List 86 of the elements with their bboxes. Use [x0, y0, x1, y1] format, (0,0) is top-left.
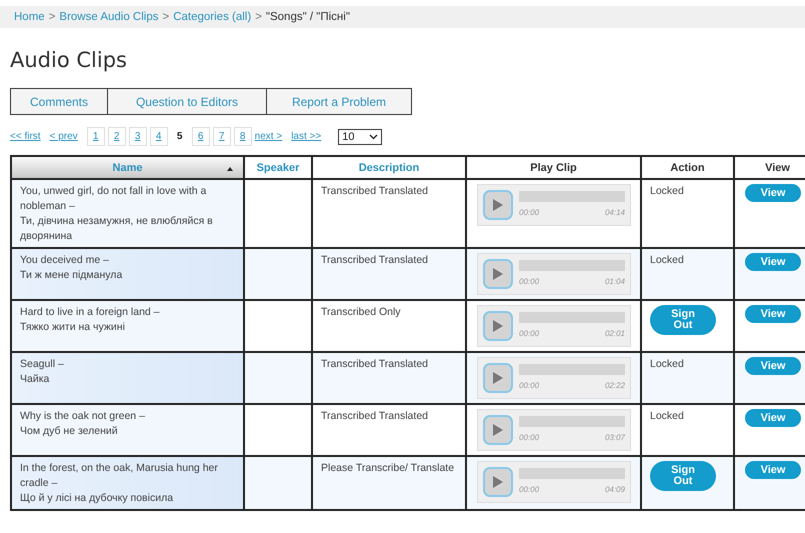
column-header: View	[734, 156, 805, 179]
view-button[interactable]: View	[745, 461, 801, 479]
sort-ascending-icon	[227, 167, 233, 171]
clip-name: Seagull – Чайка	[20, 357, 65, 387]
view-button[interactable]: View	[745, 184, 801, 202]
clip-description: Transcribed Only	[321, 306, 401, 318]
duration: 02:01	[604, 328, 625, 340]
column-header: Action	[641, 156, 734, 179]
duration: 02:22	[604, 380, 625, 392]
page-number[interactable]: 3	[128, 127, 147, 146]
play-icon	[493, 199, 503, 211]
page-number[interactable]: 2	[108, 127, 126, 146]
column-header[interactable]: Speaker	[244, 156, 312, 179]
clip-description: Transcribed Translated	[321, 185, 428, 197]
play-icon	[493, 476, 503, 488]
tab-button[interactable]: Question to Editors	[107, 88, 267, 115]
play-icon	[493, 320, 503, 332]
page-number[interactable]: 7	[212, 127, 231, 146]
current-time: 00:00	[519, 380, 540, 392]
tab-button[interactable]: Comments	[10, 88, 108, 115]
locked-status: Locked	[650, 254, 684, 266]
clip-name: Hard to live in a foreign land – Тяжко жити на чужині	[20, 305, 160, 335]
breadcrumb-separator: >	[48, 11, 56, 23]
progress-track[interactable]	[519, 260, 625, 270]
progress-track[interactable]	[519, 312, 625, 322]
chevron-down-icon	[369, 134, 378, 140]
prev-page-link[interactable]: < prev	[50, 131, 78, 142]
progress-track[interactable]	[519, 416, 625, 426]
page-number[interactable]: 6	[192, 127, 210, 146]
view-button[interactable]: View	[745, 305, 801, 323]
breadcrumb-separator: >	[162, 11, 170, 23]
current-time: 00:00	[519, 432, 540, 444]
view-button[interactable]: View	[745, 409, 801, 427]
locked-status: Locked	[650, 358, 684, 370]
play-icon	[493, 424, 503, 436]
play-button[interactable]	[483, 311, 513, 341]
progress-track[interactable]	[519, 190, 625, 202]
locked-status: Locked	[650, 410, 684, 422]
breadcrumb-link[interactable]: Home	[14, 11, 45, 23]
progress-track[interactable]	[519, 364, 625, 374]
clip-description: Transcribed Translated	[321, 358, 428, 370]
tab-button[interactable]: Report a Problem	[266, 88, 412, 115]
breadcrumb-separator: >	[255, 11, 262, 23]
play-icon	[493, 372, 503, 384]
play-button[interactable]	[483, 363, 513, 393]
current-time: 00:00	[519, 484, 540, 496]
next-page-link[interactable]: next >	[254, 131, 282, 142]
sign-out-button[interactable]: Sign Out	[650, 461, 716, 491]
page-number[interactable]: 1	[86, 127, 105, 146]
current-time: 00:00	[519, 206, 540, 218]
page-number[interactable]: 8	[234, 127, 252, 146]
per-page-select[interactable]: 10	[338, 128, 382, 144]
breadcrumb-link[interactable]: Categories (all)	[173, 11, 252, 23]
view-button[interactable]: View	[745, 253, 801, 271]
column-header: Play Clip	[466, 156, 641, 179]
sign-out-button[interactable]: Sign Out	[650, 305, 716, 335]
last-page-link[interactable]: last >>	[291, 131, 322, 142]
clip-name: Why is the oak not green – Чом дуб не зелений	[20, 409, 146, 439]
current-time: 00:00	[519, 276, 540, 288]
breadcrumb-current: "Songs" / "Пісні"	[266, 11, 350, 23]
clip-name: You, unwed girl, do not fall in love with a nobleman – Ти, дівчина незамужня, не влюбляйся в дворянина	[20, 184, 214, 244]
clip-description: Please Transcribe/ Translate	[321, 462, 454, 474]
clip-name: In the forest, on the oak, Marusia hung her cradle – Що й у лісі на дубочку повісила	[20, 461, 219, 506]
duration: 01:04	[604, 276, 625, 288]
page-number[interactable]: 5	[170, 127, 189, 146]
column-header[interactable]: Name	[11, 156, 244, 179]
clip-description: Transcribed Translated	[321, 410, 428, 422]
play-icon	[493, 268, 503, 280]
breadcrumb-link[interactable]: Browse Audio Clips	[59, 11, 158, 23]
play-button[interactable]	[483, 259, 513, 289]
duration: 04:14	[604, 206, 625, 218]
view-button[interactable]: View	[745, 357, 801, 375]
page-title: Audio Clips	[10, 48, 128, 74]
duration: 03:07	[604, 432, 625, 444]
first-page-link[interactable]: << first	[10, 131, 41, 142]
clip-description: Transcribed Translated	[321, 254, 428, 266]
locked-status: Locked	[650, 185, 684, 197]
play-button[interactable]	[483, 467, 513, 497]
column-header[interactable]: Description	[312, 156, 466, 179]
clip-name: You deceived me – Ти ж мене підманула	[20, 253, 124, 283]
duration: 04:09	[604, 484, 625, 496]
play-button[interactable]	[483, 415, 513, 445]
progress-track[interactable]	[519, 468, 625, 478]
play-button[interactable]	[483, 190, 513, 220]
current-time: 00:00	[519, 328, 540, 340]
page-number[interactable]: 4	[150, 127, 168, 146]
